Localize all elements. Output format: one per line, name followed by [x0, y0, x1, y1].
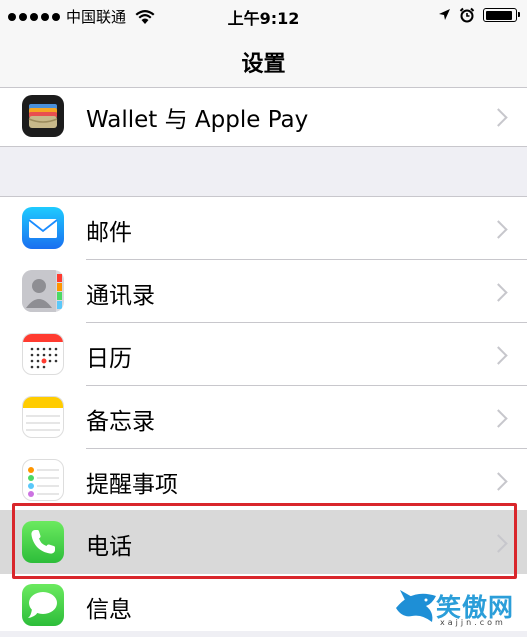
settings-row-label: Wallet 与 Apple Pay — [86, 107, 309, 133]
page-title: 设置 — [241, 52, 286, 77]
chevron-right-icon — [489, 283, 508, 302]
settings-row-label: 信息 — [86, 597, 132, 623]
settings-row-contacts[interactable]: 通讯录 — [0, 260, 527, 323]
messages-icon — [22, 584, 64, 626]
notes-icon — [22, 396, 64, 438]
settings-row-label: 备忘录 — [86, 409, 155, 435]
mail-icon — [22, 207, 64, 249]
chevron-right-icon — [489, 220, 508, 239]
settings-row-label: 提醒事项 — [86, 472, 178, 498]
location-arrow-icon — [439, 9, 450, 20]
alarm-clock-icon — [459, 7, 475, 23]
highlight-box — [12, 503, 517, 579]
navigation-bar: 设置 — [0, 32, 527, 88]
settings-row-wallet[interactable]: Wallet 与 Apple Pay — [0, 84, 527, 147]
status-bar: 中国联通 上午9:12 — [0, 0, 527, 32]
settings-row-notes[interactable]: 备忘录 — [0, 386, 527, 449]
settings-group-wallet: Wallet 与 Apple Pay — [0, 88, 527, 147]
calendar-icon — [22, 333, 64, 375]
chevron-right-icon — [489, 108, 508, 127]
chevron-right-icon — [489, 346, 508, 365]
settings-row-label: 通讯录 — [86, 283, 155, 309]
settings-row-label: 邮件 — [86, 220, 132, 246]
battery-icon — [483, 8, 520, 22]
chevron-right-icon — [489, 472, 508, 491]
settings-row-mail[interactable]: 邮件 — [0, 197, 527, 260]
chevron-right-icon — [489, 409, 508, 428]
wallet-icon — [22, 95, 64, 137]
settings-row-label: 日历 — [86, 346, 132, 372]
watermark-domain: xajjn.com — [440, 618, 506, 627]
contacts-icon — [22, 270, 64, 312]
reminders-icon — [22, 459, 64, 501]
settings-row-calendar[interactable]: 日历 — [0, 323, 527, 386]
